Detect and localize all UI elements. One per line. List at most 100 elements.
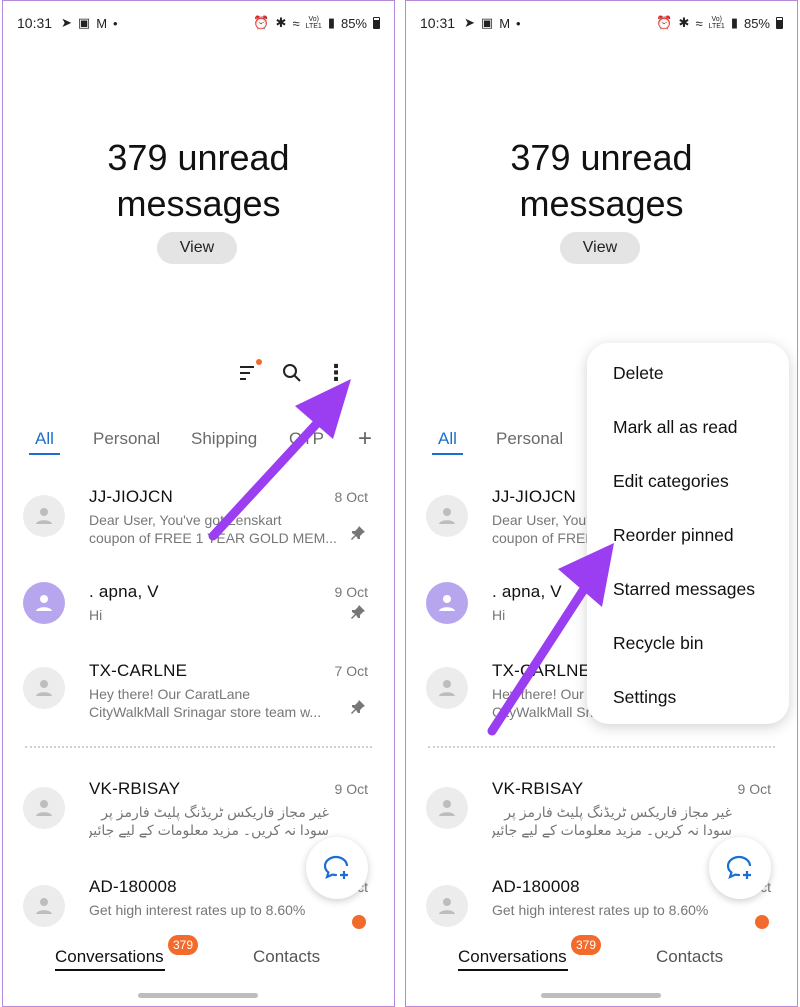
list-item[interactable]: TX-CARLNE 7 Oct Hey there! Our CaratLane… xyxy=(3,661,394,733)
nav-conversations[interactable]: Conversations xyxy=(458,947,567,967)
compose-icon xyxy=(323,855,349,880)
conversation-name: TX-CARLNE xyxy=(492,661,591,680)
pinned-divider xyxy=(428,746,775,748)
volte-icon: Vo) LTE1 xyxy=(708,16,725,30)
avatar xyxy=(426,495,468,537)
home-indicator[interactable] xyxy=(138,993,258,998)
conversation-preview: غیر مجاز فاریکس ٹریڈنگ پلیٹ فارمز پر سودا… xyxy=(492,804,732,838)
avatar xyxy=(426,667,468,709)
list-item[interactable]: . apna, V 9 Oct Hi xyxy=(3,582,394,654)
dot-icon: • xyxy=(113,15,118,31)
menu-item-edit-categories[interactable]: Edit categories xyxy=(613,471,729,492)
filter-badge-dot xyxy=(256,359,262,365)
more-options-icon[interactable]: ⋮ xyxy=(322,359,350,387)
unread-headline: 379 unread messages xyxy=(510,137,693,224)
conversation-name: JJ-JIOJCN xyxy=(492,487,576,506)
toolbar: ⋮ xyxy=(234,359,394,389)
tab-all[interactable]: All xyxy=(432,429,463,455)
signal-icon: ▮ xyxy=(327,15,335,30)
tab-personal[interactable]: Personal xyxy=(496,429,563,449)
conversation-name: AD-180008 xyxy=(492,877,580,896)
conversation-name: VK-RBISAY xyxy=(89,779,181,798)
menu-item-delete[interactable]: Delete xyxy=(613,363,664,384)
telegram-icon: ➤ xyxy=(61,15,72,30)
menu-item-reorder-pinned[interactable]: Reorder pinned xyxy=(613,525,734,546)
tab-all[interactable]: All xyxy=(29,429,60,455)
conversation-preview: Dear User, You've got Lenskartcoupon of … xyxy=(89,512,337,546)
menu-item-starred-messages[interactable]: Starred messages xyxy=(613,579,755,600)
conversation-preview: Get high interest rates up to 8.60% xyxy=(89,902,306,918)
gmail-icon: M xyxy=(96,15,108,31)
nav-conversations[interactable]: Conversations xyxy=(55,947,164,967)
tab-shipping[interactable]: Shipping xyxy=(191,429,257,449)
volte-icon: Vo) LTE1 xyxy=(305,16,322,30)
bottom-navigation: Conversations 379 Contacts xyxy=(406,935,797,981)
wifi-icon: ≈ xyxy=(695,15,703,31)
conversation-preview: Hey there! Our CaratLaneCityWalkMall Sri… xyxy=(89,686,322,720)
pinned-divider xyxy=(25,746,372,748)
avatar xyxy=(23,667,65,709)
avatar xyxy=(23,495,65,537)
gallery-icon: ▣ xyxy=(77,15,91,30)
category-tabs: All Personal Shipping OTP + xyxy=(3,425,394,459)
unread-badge xyxy=(352,915,366,929)
gallery-icon: ▣ xyxy=(480,15,494,30)
menu-item-mark-all-read[interactable]: Mark all as read xyxy=(613,417,738,438)
compose-button[interactable] xyxy=(709,837,771,899)
conversation-name: TX-CARLNE xyxy=(89,661,188,680)
avatar xyxy=(426,582,468,624)
status-bar: 10:31 ➤ ▣ M • ⏰ ✱ ≈ Vo) LTE1 ▮ 85% xyxy=(406,13,797,37)
menu-item-settings[interactable]: Settings xyxy=(613,687,676,708)
list-item[interactable]: JJ-JIOJCN 8 Oct Dear User, You've got Le… xyxy=(3,487,394,559)
dot-icon: • xyxy=(516,15,521,31)
tab-personal[interactable]: Personal xyxy=(93,429,160,449)
avatar xyxy=(23,787,65,829)
compose-icon xyxy=(726,855,752,880)
conversation-date: 9 Oct xyxy=(737,781,771,797)
compose-button[interactable] xyxy=(306,837,368,899)
menu-item-recycle-bin[interactable]: Recycle bin xyxy=(613,633,703,654)
unread-badge xyxy=(755,915,769,929)
avatar xyxy=(23,582,65,624)
pin-icon xyxy=(351,605,365,619)
telegram-icon: ➤ xyxy=(464,15,475,30)
avatar xyxy=(23,885,65,927)
conversation-name: . apna, V xyxy=(492,582,562,601)
status-time: 10:31 xyxy=(17,15,53,31)
conversation-name: JJ-JIOJCN xyxy=(89,487,173,506)
phone-screen-right: 10:31 ➤ ▣ M • ⏰ ✱ ≈ Vo) LTE1 ▮ 85% 379 un… xyxy=(405,0,798,1007)
battery-percent: 85% xyxy=(743,15,770,31)
status-bar: 10:31 ➤ ▣ M • ⏰ ✱ ≈ Vo) LTE1 ▮ 85% xyxy=(3,13,394,37)
wifi-icon: ≈ xyxy=(292,15,300,31)
unread-headline: 379 unread messages xyxy=(107,137,290,224)
overflow-menu: Delete Mark all as read Edit categories … xyxy=(587,343,789,724)
nav-active-indicator xyxy=(55,969,165,971)
nav-contacts[interactable]: Contacts xyxy=(253,947,320,967)
view-button[interactable]: View xyxy=(560,232,640,264)
conversation-preview: Get high interest rates up to 8.60% xyxy=(492,902,709,918)
bluetooth-icon: ✱ xyxy=(678,15,690,30)
conversations-count-badge: 379 xyxy=(571,935,602,955)
avatar xyxy=(426,787,468,829)
conversation-date: 7 Oct xyxy=(334,663,368,679)
view-button[interactable]: View xyxy=(157,232,237,264)
search-icon[interactable] xyxy=(278,359,306,387)
nav-active-indicator xyxy=(458,969,568,971)
tab-otp[interactable]: OTP xyxy=(289,429,324,449)
pin-icon xyxy=(351,700,365,714)
home-indicator[interactable] xyxy=(541,993,661,998)
nav-contacts[interactable]: Contacts xyxy=(656,947,723,967)
bluetooth-icon: ✱ xyxy=(275,15,287,30)
signal-icon: ▮ xyxy=(730,15,738,30)
pin-icon xyxy=(351,526,365,540)
status-time: 10:31 xyxy=(420,15,456,31)
battery-icon xyxy=(373,17,380,29)
avatar xyxy=(426,885,468,927)
add-category-icon[interactable]: + xyxy=(358,425,372,453)
phone-screen-left: 10:31 ➤ ▣ M • ⏰ ✱ ≈ Vo) LTE1 ▮ 85% 379 un… xyxy=(2,0,395,1007)
filter-icon[interactable] xyxy=(234,359,262,387)
conversation-date: 9 Oct xyxy=(334,584,368,600)
battery-icon xyxy=(776,17,783,29)
conversations-count-badge: 379 xyxy=(168,935,199,955)
conversation-name: AD-180008 xyxy=(89,877,177,896)
